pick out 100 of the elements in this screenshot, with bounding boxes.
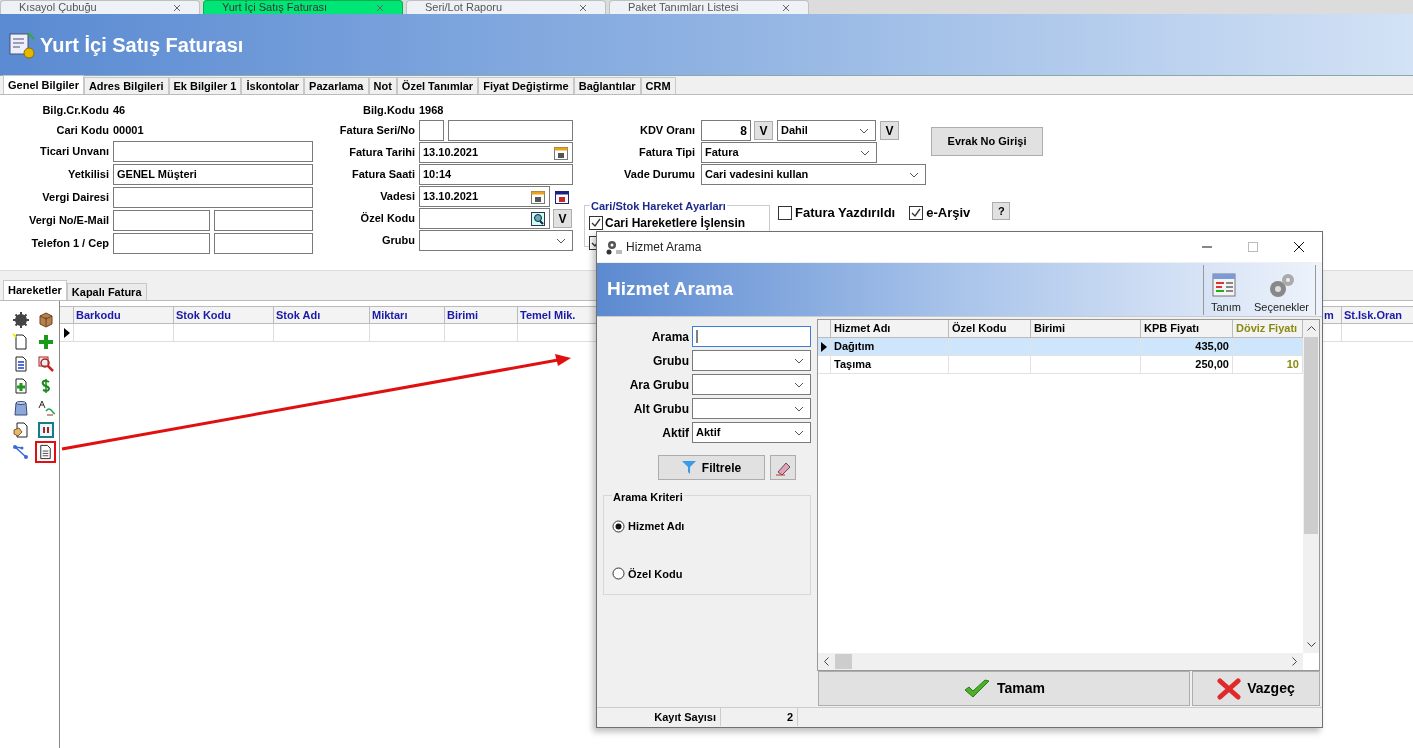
column-header[interactable]: St.Isk.Oran: [1342, 307, 1413, 323]
help-button[interactable]: ?: [992, 202, 1011, 220]
column-header[interactable]: Özel Kodu: [949, 320, 1031, 337]
form-tab[interactable]: Fiyat Değiştirme: [478, 77, 574, 94]
toolbar-button[interactable]: Tanım: [1203, 264, 1248, 315]
input-field[interactable]: [113, 233, 210, 254]
form-tab[interactable]: Ek Bilgiler 1: [168, 77, 242, 94]
close-icon[interactable]: [782, 3, 790, 12]
input-field[interactable]: 8: [701, 120, 751, 141]
input-field[interactable]: GENEL Müşteri: [113, 164, 313, 185]
input-field[interactable]: [448, 120, 573, 141]
chevron-down-icon: [794, 405, 804, 412]
field-label: Ticari Unvanı: [39, 144, 110, 160]
dropdown[interactable]: Cari vadesini kullan: [701, 164, 926, 185]
column-header[interactable]: Barkodu: [74, 307, 174, 323]
input-field[interactable]: [113, 187, 313, 208]
app-tab[interactable]: Kısayol Çubuğu: [0, 0, 200, 14]
app-tab[interactable]: Seri/Lot Raporu: [406, 0, 606, 14]
text-style-icon[interactable]: [36, 398, 55, 417]
form-tab[interactable]: İskontolar: [241, 77, 305, 94]
dropdown[interactable]: [692, 374, 811, 395]
input-field[interactable]: [214, 233, 313, 254]
checkbox[interactable]: [778, 205, 792, 220]
dropdown[interactable]: [692, 398, 811, 419]
dropdown[interactable]: [419, 230, 573, 251]
v-button[interactable]: V: [880, 121, 899, 140]
close-icon[interactable]: [579, 3, 587, 12]
input-field[interactable]: [113, 141, 313, 162]
form-tab[interactable]: Pazarlama: [304, 77, 369, 94]
vertical-scrollbar[interactable]: [1303, 320, 1319, 653]
hand-page-icon[interactable]: [11, 420, 30, 439]
radio-button[interactable]: [612, 567, 625, 581]
dropdown[interactable]: Dahil: [777, 120, 876, 141]
scroll-right-icon: [1292, 657, 1297, 666]
column-header[interactable]: KPB Fiyatı: [1141, 320, 1233, 337]
bottom-tab[interactable]: Hareketler: [3, 280, 67, 300]
form-tab[interactable]: Bağlantılar: [573, 77, 641, 94]
pause-icon[interactable]: [36, 420, 55, 439]
evrak-button[interactable]: Evrak No Girişi: [931, 127, 1043, 156]
nodes-icon[interactable]: [11, 442, 30, 461]
close-icon[interactable]: [376, 3, 384, 12]
dialog-heading: Hizmet Arama: [607, 277, 733, 302]
scrollbar-thumb[interactable]: [835, 654, 852, 669]
calendar-icon[interactable]: [553, 144, 569, 161]
input-field[interactable]: 10:14: [419, 164, 573, 185]
radio-button[interactable]: [612, 519, 625, 533]
column-header[interactable]: Stok Kodu: [174, 307, 274, 323]
checkbox[interactable]: [589, 216, 603, 230]
calendar-icon[interactable]: [530, 188, 546, 205]
table-row[interactable]: Dağıtım 435,00: [818, 338, 1303, 356]
v-button[interactable]: V: [754, 121, 773, 140]
page-icon[interactable]: [35, 440, 56, 463]
dropdown[interactable]: Aktif: [692, 422, 811, 443]
plus-icon[interactable]: [36, 332, 55, 351]
date-field[interactable]: 13.10.2021: [419, 186, 550, 207]
calendar-button-icon[interactable]: [554, 188, 570, 205]
field-label: KDV Oranı: [639, 123, 696, 139]
cancel-button[interactable]: Vazgeç: [1192, 671, 1320, 706]
column-header[interactable]: Birimi: [1031, 320, 1141, 337]
field-label: Telefon 1 / Cep: [30, 236, 110, 252]
package-icon[interactable]: [36, 310, 55, 329]
bottom-tab[interactable]: Kapalı Fatura: [66, 283, 147, 300]
column-header[interactable]: Miktarı: [370, 307, 445, 323]
checkbox[interactable]: [909, 205, 924, 220]
app-tab[interactable]: Yurt İçi Satış Faturası: [203, 0, 403, 14]
form-tab[interactable]: Adres Bilgileri: [83, 77, 169, 94]
table-row[interactable]: Taşıma 250,00 10: [818, 356, 1303, 374]
table-cell: 250,00: [1141, 356, 1233, 373]
dropdown[interactable]: [692, 350, 811, 371]
v-button[interactable]: V: [553, 209, 572, 228]
column-header[interactable]: Stok Adı: [274, 307, 370, 323]
lookup-field[interactable]: [419, 208, 550, 229]
table-cell: 435,00: [1141, 338, 1233, 355]
ok-button[interactable]: Tamam: [818, 671, 1190, 706]
column-header[interactable]: Hizmet Adı: [831, 320, 949, 337]
column-header[interactable]: Birimi: [445, 307, 518, 323]
form-tab[interactable]: Genel Bilgiler: [3, 75, 84, 94]
lookup-icon[interactable]: [530, 210, 546, 227]
date-field[interactable]: 13.10.2021: [419, 142, 573, 163]
dropdown[interactable]: Fatura: [701, 142, 877, 163]
field-label: Fatura Tipi: [637, 145, 696, 161]
app-tab[interactable]: Paket Tanımları Listesi: [609, 0, 809, 14]
form-tab[interactable]: Özel Tanımlar: [396, 77, 479, 94]
horizontal-scrollbar[interactable]: [818, 653, 1303, 670]
search-field[interactable]: [692, 326, 811, 347]
chevron-down-icon: [860, 149, 870, 156]
form-tab[interactable]: CRM: [640, 77, 676, 94]
close-icon[interactable]: [173, 3, 181, 12]
jar-icon[interactable]: [11, 398, 30, 417]
filter-button[interactable]: Filtrele: [658, 455, 765, 480]
clear-button[interactable]: [770, 455, 796, 480]
input-field[interactable]: [113, 210, 210, 231]
scrollbar-thumb[interactable]: [1304, 337, 1318, 534]
toolbar-button[interactable]: Seçenekler: [1247, 264, 1315, 315]
input-field[interactable]: [419, 120, 444, 141]
field-label: Özel Kodu: [359, 211, 416, 227]
chevron-down-icon: [909, 171, 919, 178]
form-tab[interactable]: Not: [368, 77, 397, 94]
magnifier-icon[interactable]: [36, 354, 55, 373]
input-field[interactable]: [214, 210, 313, 231]
